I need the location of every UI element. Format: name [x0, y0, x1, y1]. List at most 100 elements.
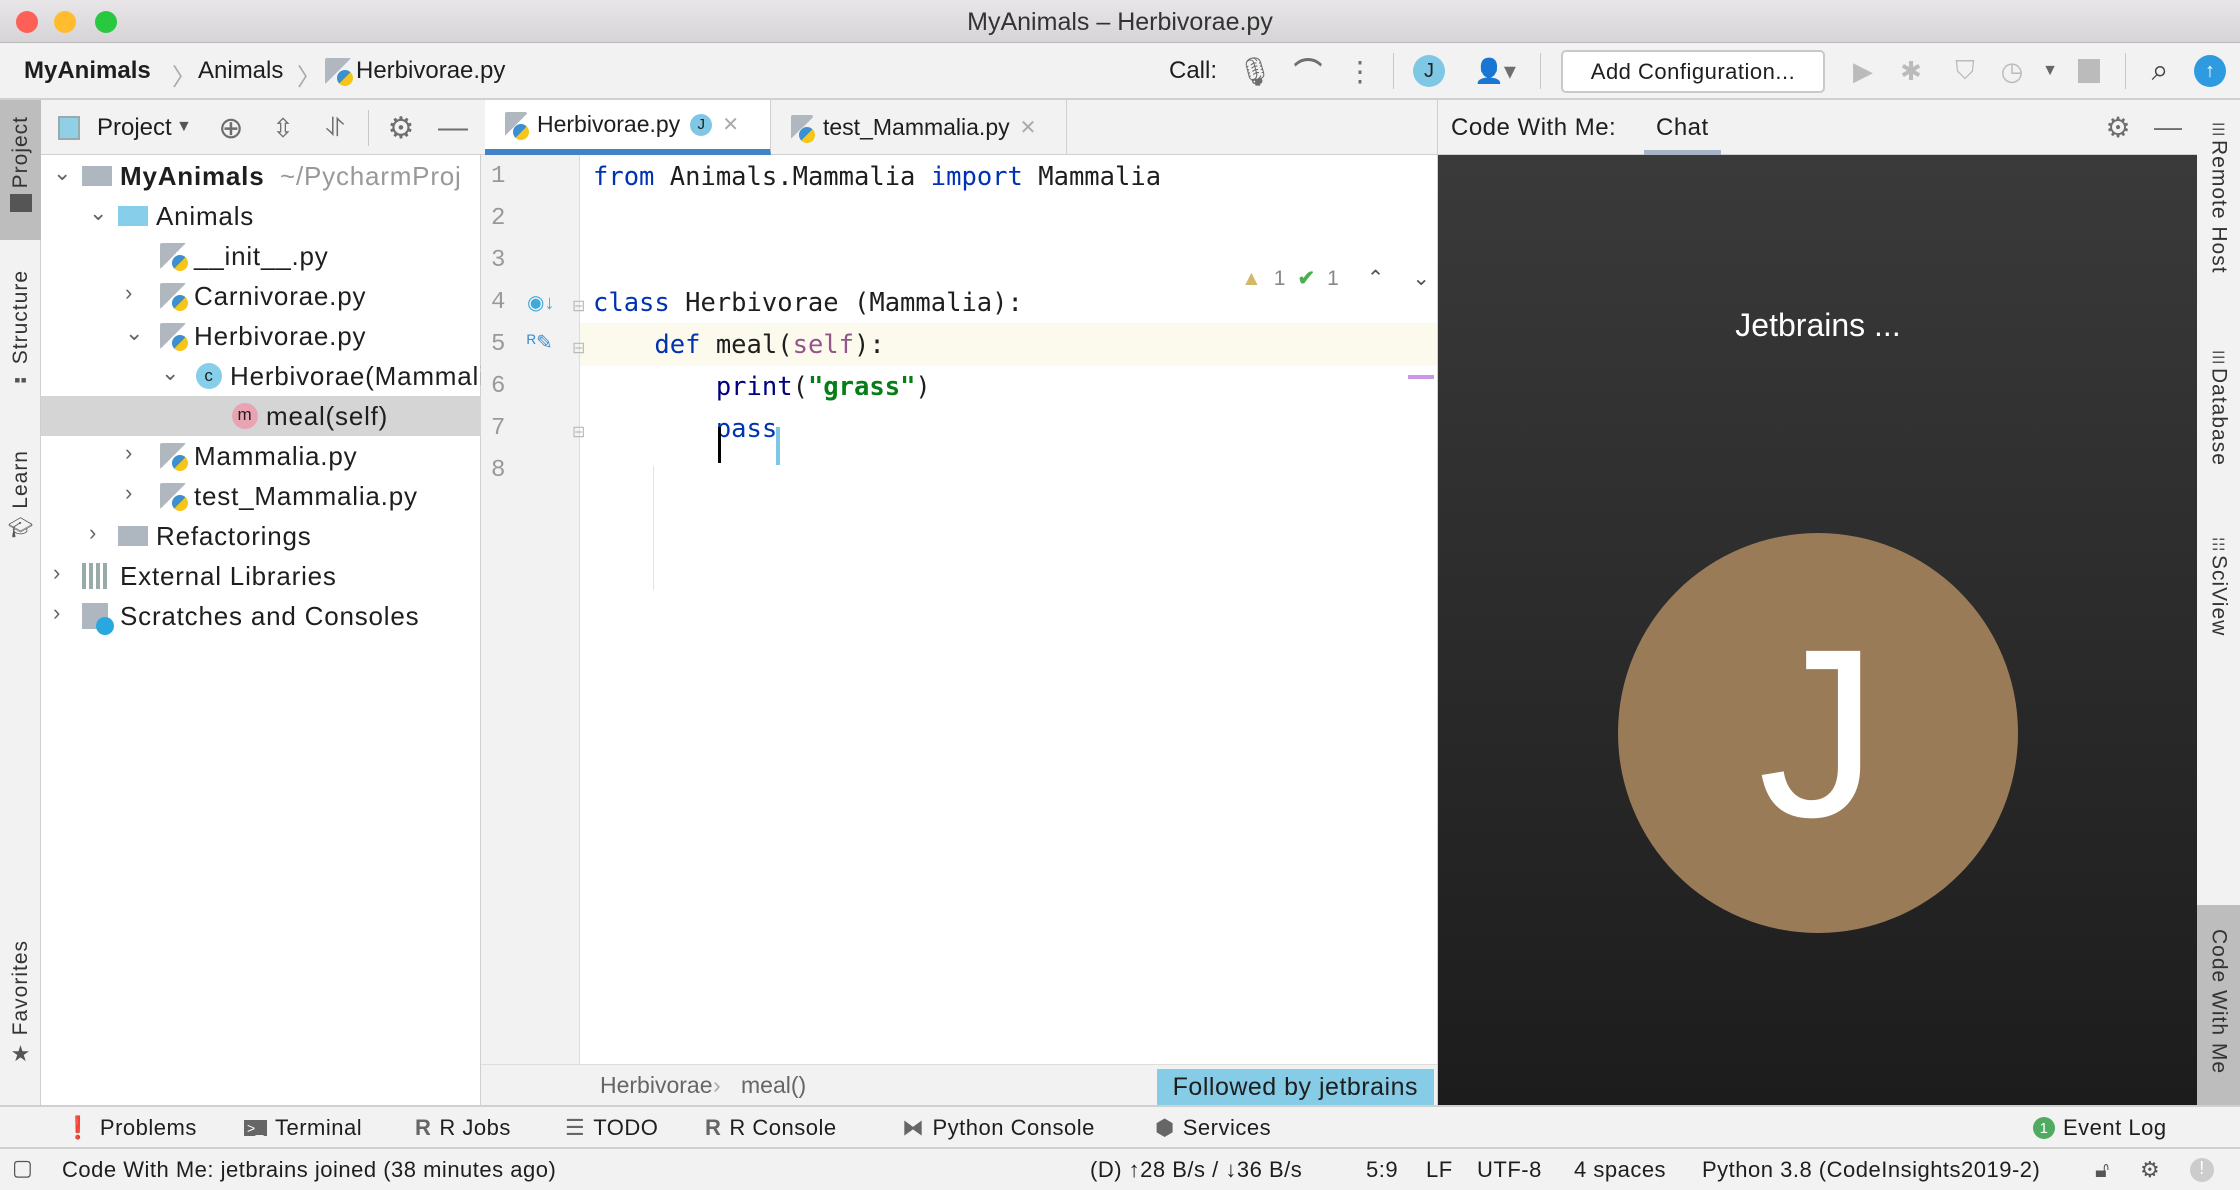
tool-problems[interactable]: ❗ Problems: [64, 1115, 197, 1141]
chevron-down-icon[interactable]: ⌄: [161, 360, 180, 386]
tree-item[interactable]: › Carnivorae.py: [41, 276, 481, 316]
chevron-right-icon[interactable]: ›: [125, 280, 133, 306]
tool-todo[interactable]: ☰ TODO: [565, 1115, 658, 1141]
lock-icon[interactable]: 🔓︎: [2095, 1157, 2110, 1183]
close-tab-icon[interactable]: ✕: [722, 112, 739, 137]
profile-icon[interactable]: ◷: [1997, 53, 2027, 89]
tree-item[interactable]: › test_Mammalia.py: [41, 476, 481, 516]
fold-icon[interactable]: ⊟: [572, 422, 585, 442]
search-icon[interactable]: ⌕: [2142, 53, 2178, 89]
tool-r-console[interactable]: R R Console: [705, 1115, 837, 1141]
terminal-icon: >_: [244, 1120, 267, 1136]
project-view-selector[interactable]: Project: [97, 114, 172, 142]
breadcrumb-file[interactable]: Herbivorae.py: [356, 57, 505, 85]
indent-setting[interactable]: 4 spaces: [1574, 1157, 1666, 1183]
hide-panel-icon[interactable]: —: [2153, 111, 2183, 142]
user-avatar[interactable]: J: [1413, 55, 1445, 87]
tool-python-console[interactable]: ⧓ Python Console: [902, 1115, 1095, 1141]
add-configuration-button[interactable]: Add Configuration...: [1561, 50, 1825, 93]
participants-dropdown-icon[interactable]: 👤▾: [1470, 53, 1520, 89]
code-line[interactable]: print("grass"): [593, 372, 931, 402]
locate-file-icon[interactable]: ⊕: [215, 112, 247, 145]
participant-avatar: J: [1618, 533, 2018, 933]
close-tab-icon[interactable]: ✕: [1020, 115, 1037, 140]
chevron-down-icon[interactable]: ⌄: [53, 160, 72, 186]
hide-panel-icon[interactable]: —: [437, 111, 469, 144]
tool-r-jobs[interactable]: R R Jobs: [415, 1115, 511, 1141]
tool-event-log[interactable]: 1 Event Log: [2033, 1115, 2167, 1141]
chevron-right-icon[interactable]: ›: [125, 480, 133, 506]
tree-item[interactable]: ⌄ Animals: [41, 196, 481, 236]
chevron-right-icon[interactable]: ›: [89, 520, 97, 546]
tab-chat[interactable]: Chat: [1644, 114, 1721, 155]
tree-item[interactable]: ⌄ MyAnimals ~/PycharmProj: [41, 156, 481, 196]
breadcrumb-folder[interactable]: Animals: [198, 57, 283, 85]
breadcrumb-project[interactable]: MyAnimals: [24, 57, 151, 85]
tool-tab-favorites[interactable]: Favorites ★: [0, 940, 41, 1080]
chevron-down-icon[interactable]: ⌄: [89, 200, 108, 226]
inspection-widget[interactable]: ▲ 1 ✔ 1 ⌃ ⌄: [1241, 266, 1430, 291]
inspection-profile-icon[interactable]: ⚙: [2140, 1157, 2160, 1183]
next-highlight-icon[interactable]: ⌄: [1412, 266, 1430, 291]
tab-herbivorae[interactable]: Herbivorae.py J ✕: [485, 100, 771, 155]
expand-all-icon[interactable]: ⇳: [267, 112, 299, 144]
run-icon[interactable]: ▶: [1848, 53, 1878, 89]
chevron-right-icon[interactable]: ›: [125, 440, 133, 466]
tree-item[interactable]: __init__.py: [41, 236, 481, 276]
caret-position[interactable]: 5:9: [1366, 1157, 1398, 1183]
run-dropdown-icon[interactable]: ▼: [2040, 53, 2060, 89]
tree-item[interactable]: › External Libraries: [41, 556, 481, 596]
hang-up-icon[interactable]: ⌒: [1290, 53, 1326, 89]
tool-tab-learn[interactable]: Learn 🎓︎: [0, 450, 41, 560]
code-line[interactable]: from Animals.Mammalia import Mammalia: [593, 162, 1161, 192]
followed-by-banner[interactable]: Followed by jetbrains: [1156, 1069, 1434, 1105]
chevron-right-icon[interactable]: ›: [53, 600, 61, 626]
stop-icon[interactable]: [2078, 59, 2100, 83]
update-icon[interactable]: ↑: [2194, 55, 2226, 87]
line-separator[interactable]: LF: [1426, 1157, 1453, 1183]
code-with-me-panel: Code With Me: Chat ⚙ — Jetbrains ... J ▭…: [1437, 100, 2198, 1159]
gear-icon[interactable]: ⚙: [385, 112, 417, 145]
collapse-all-icon[interactable]: ⥯: [319, 112, 351, 144]
fold-icon[interactable]: ⊟: [572, 296, 585, 316]
code-line[interactable]: def meal(self):: [593, 330, 884, 360]
tool-tab-project[interactable]: Project: [0, 100, 41, 240]
status-message[interactable]: Code With Me: jetbrains joined (38 minut…: [62, 1157, 556, 1183]
line-number: 3: [491, 247, 506, 274]
chevron-down-icon[interactable]: ⌄: [125, 320, 144, 346]
overridden-method-icon[interactable]: ◉↓: [527, 290, 554, 315]
breadcrumb-method[interactable]: meal(): [741, 1072, 806, 1099]
code-line[interactable]: pass: [593, 414, 777, 444]
tool-tab-code-with-me[interactable]: Code With Me: [2197, 905, 2240, 1105]
notifications-icon[interactable]: !: [2190, 1158, 2214, 1182]
tab-test-mammalia[interactable]: test_Mammalia.py ✕: [771, 100, 1067, 155]
run-with-coverage-icon[interactable]: ⛉: [1950, 53, 1980, 89]
tool-services[interactable]: ⬢ Services: [1155, 1115, 1271, 1141]
previous-highlight-icon[interactable]: ⌃: [1367, 266, 1385, 291]
tool-terminal[interactable]: >_ Terminal: [244, 1115, 362, 1141]
tool-tab-sciview[interactable]: ☷ SciView: [2197, 535, 2240, 665]
tree-item[interactable]: › Refactorings: [41, 516, 481, 556]
chevron-down-icon[interactable]: ▼: [176, 118, 192, 136]
tree-item[interactable]: ⌄ c Herbivorae(Mammalia): [41, 356, 481, 396]
code-line[interactable]: class Herbivorae (Mammalia):: [593, 288, 1023, 318]
breadcrumb-class[interactable]: Herbivorae: [600, 1072, 713, 1099]
toggle-tool-windows-icon[interactable]: ▢: [12, 1155, 33, 1181]
tree-item[interactable]: › Scratches and Consoles: [41, 596, 481, 636]
python-interpreter[interactable]: Python 3.8 (CodeInsights2019-2): [1702, 1157, 2040, 1183]
tree-item[interactable]: › Mammalia.py: [41, 436, 481, 476]
file-encoding[interactable]: UTF-8: [1477, 1157, 1542, 1183]
more-options-icon[interactable]: ⋮: [1346, 53, 1374, 89]
gear-icon[interactable]: ⚙: [2103, 112, 2133, 143]
tree-item[interactable]: m meal(self): [41, 396, 481, 436]
tool-tab-structure[interactable]: Structure ▪▪: [0, 270, 41, 420]
debug-icon[interactable]: ✱: [1896, 53, 1926, 89]
tree-item-label: Herbivorae(Mammalia): [230, 361, 481, 391]
fold-icon[interactable]: ⊟: [572, 338, 585, 358]
tree-item[interactable]: ⌄ Herbivorae.py: [41, 316, 481, 356]
scratches-icon: [82, 603, 114, 635]
tool-tab-database[interactable]: ☰ Database: [2197, 348, 2240, 498]
tool-tab-remote-host[interactable]: ☰ Remote Host: [2197, 120, 2240, 310]
microphone-icon[interactable]: 🎙︎: [1237, 53, 1273, 89]
chevron-right-icon[interactable]: ›: [53, 560, 61, 586]
